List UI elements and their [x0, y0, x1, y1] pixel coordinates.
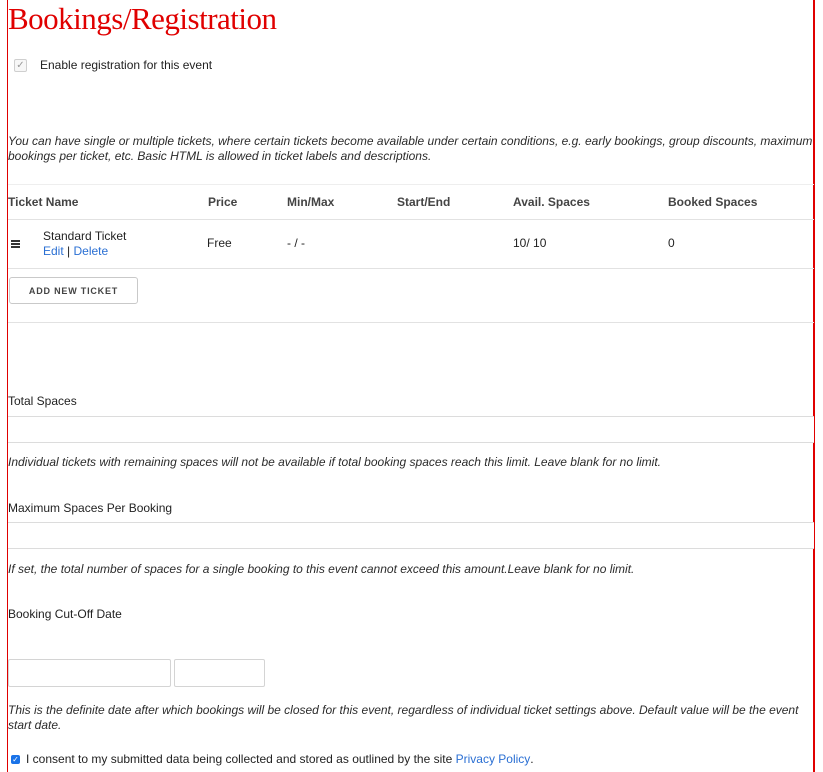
cutoff-date-input[interactable] [8, 659, 171, 687]
total-spaces-help: Individual tickets with remaining spaces… [8, 455, 661, 469]
total-spaces-input[interactable] [8, 416, 814, 443]
add-new-ticket-button[interactable]: ADD NEW TICKET [9, 277, 138, 304]
max-spaces-label: Maximum Spaces Per Booking [8, 501, 173, 515]
cutoff-help: This is the definite date after which bo… [8, 703, 799, 732]
total-spaces-label: Total Spaces [8, 394, 77, 408]
header-ticket-name: Ticket Name [8, 195, 79, 209]
header-min-max: Min/Max [287, 195, 335, 209]
delete-ticket-link[interactable]: Delete [74, 244, 109, 258]
ticket-price: Free [207, 236, 232, 250]
page-title: Bookings/Registration [8, 1, 277, 36]
max-spaces-help: If set, the total number of spaces for a… [8, 562, 635, 576]
content-frame [7, 0, 815, 772]
tickets-table: Ticket Name Price Min/Max Start/End Avai… [8, 184, 814, 269]
cutoff-date-label: Booking Cut-Off Date [8, 607, 122, 621]
enable-registration-row: ✓ Enable registration for this event [14, 58, 212, 72]
consent-row: ✓ I consent to my submitted data being c… [11, 752, 534, 766]
max-spaces-input[interactable] [8, 522, 814, 549]
header-booked-spaces: Booked Spaces [668, 195, 758, 209]
section-divider [8, 322, 814, 323]
consent-suffix: . [530, 752, 534, 766]
header-price: Price [208, 195, 238, 209]
edit-ticket-link[interactable]: Edit [43, 244, 64, 258]
cutoff-time-input[interactable] [174, 659, 265, 687]
drag-handle-icon[interactable] [11, 240, 20, 249]
header-avail-spaces: Avail. Spaces [513, 195, 590, 209]
table-row: Standard Ticket Edit | Delete Free - / -… [8, 220, 814, 269]
tickets-description: You can have single or multiple tickets,… [8, 134, 813, 163]
header-start-end: Start/End [397, 195, 451, 209]
enable-registration-checkbox[interactable]: ✓ [14, 58, 27, 72]
ticket-min-max: - / - [287, 236, 305, 250]
ticket-booked-spaces: 0 [668, 236, 675, 250]
tickets-table-header: Ticket Name Price Min/Max Start/End Avai… [8, 184, 814, 220]
ticket-name: Standard Ticket [43, 229, 127, 243]
consent-text: I consent to my submitted data being col… [26, 752, 453, 766]
action-separator: | [67, 244, 71, 258]
enable-registration-label[interactable]: Enable registration for this event [40, 58, 212, 72]
consent-checkbox[interactable]: ✓ [11, 754, 20, 764]
ticket-avail-spaces: 10/ 10 [513, 236, 547, 250]
ticket-actions: Edit | Delete [43, 244, 108, 258]
privacy-policy-link[interactable]: Privacy Policy [456, 752, 531, 766]
